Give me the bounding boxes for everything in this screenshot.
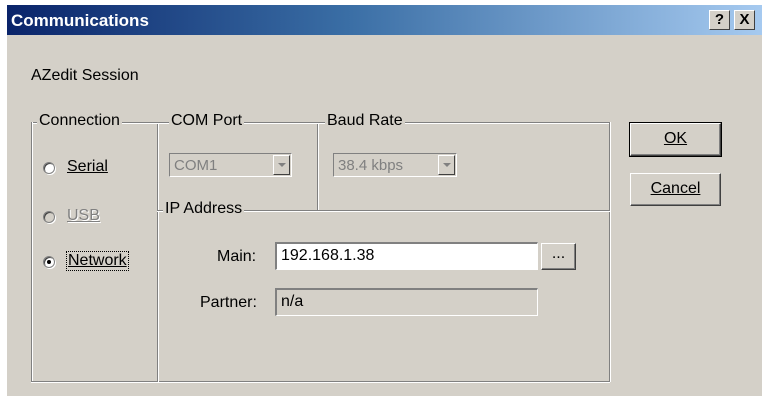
radio-usb	[43, 211, 55, 223]
chevron-down-icon	[438, 155, 455, 175]
radio-serial-label[interactable]: Serial	[67, 158, 108, 176]
radio-usb-label: USB	[67, 207, 100, 224]
browse-button[interactable]: ...	[541, 243, 576, 270]
partner-ip-field: n/a	[275, 288, 538, 316]
group-bottom-line	[31, 381, 610, 383]
com-port-group-title: COM Port	[169, 112, 245, 130]
main-ip-label: Main:	[217, 248, 257, 265]
com-port-group-left	[157, 122, 159, 382]
title-bar: Communications ? X	[7, 5, 762, 35]
connection-group-left	[31, 122, 33, 382]
session-label: AZedit Session	[31, 67, 139, 84]
cancel-button[interactable]: Cancel	[630, 173, 721, 206]
radio-selected-dot	[47, 260, 51, 264]
ok-button[interactable]: OK	[629, 122, 722, 157]
radio-network[interactable]	[43, 256, 55, 268]
radio-serial[interactable]	[43, 162, 55, 174]
baud-rate-group-title: Baud Rate	[325, 112, 405, 130]
radio-network-label[interactable]: Network	[66, 251, 129, 271]
close-button[interactable]: X	[734, 10, 755, 30]
communications-dialog: Communications ? X AZedit Session Connec…	[6, 4, 762, 396]
chevron-down-icon	[273, 155, 290, 175]
baud-rate-value: 38.4 kbps	[338, 157, 404, 174]
help-button[interactable]: ?	[709, 10, 730, 30]
partner-ip-label: Partner:	[200, 294, 257, 311]
ip-address-group-title: IP Address	[163, 200, 245, 218]
baud-rate-select: 38.4 kbps	[333, 153, 457, 177]
window-title: Communications	[11, 11, 149, 30]
connection-group-title: Connection	[37, 112, 122, 130]
baud-rate-group-left	[317, 122, 319, 210]
group-right-line	[609, 122, 611, 382]
com-port-value: COM1	[174, 157, 218, 174]
com-port-select: COM1	[169, 153, 292, 177]
main-ip-input[interactable]: 192.168.1.38	[275, 242, 538, 270]
